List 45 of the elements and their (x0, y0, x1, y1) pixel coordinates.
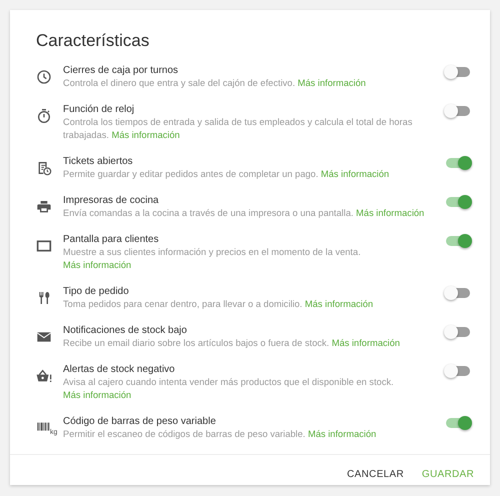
monitor-icon (36, 238, 52, 254)
clock-icon (36, 69, 52, 85)
save-button[interactable]: GUARDAR (416, 465, 480, 484)
feature-description: Avisa al cajero cuando intenta vender más productos que el disponible en stock. Más información (63, 376, 395, 402)
basket-alert-icon (36, 368, 52, 384)
more-info-link[interactable]: Más información (332, 338, 400, 348)
feature-description: Permite guardar y editar pedidos antes de completar un pago. Más información (63, 168, 390, 181)
more-info-link[interactable]: Más información (298, 78, 366, 88)
toggle-switch[interactable] (446, 106, 470, 116)
more-info-link[interactable]: Más información (304, 299, 374, 309)
more-info-link[interactable]: Más información (320, 169, 390, 179)
toggle-switch[interactable] (446, 67, 470, 77)
feature-name: Cierres de caja por turnos (63, 64, 180, 77)
toggle-switch[interactable] (446, 418, 470, 428)
feature-description: Controla los tiempos de entrada y salida de tus empleados y calcula el total de horas trabajadas. Más información (63, 116, 414, 142)
feature-name: Tickets abiertos (63, 155, 134, 168)
more-info-link[interactable]: Más información (63, 260, 132, 270)
more-info-link[interactable]: Más información (112, 130, 180, 140)
feature-description: Toma pedidos para cenar dentro, para llevar o a domicilio. Más información (63, 298, 374, 311)
feature-name: Notificaciones de stock bajo (63, 324, 188, 337)
more-info-link[interactable]: Más información (308, 429, 376, 439)
toggle-switch[interactable] (446, 197, 470, 207)
feature-name: Tipo de pedido (63, 285, 130, 298)
stopwatch-icon (36, 108, 52, 124)
dialog-title: Características (36, 30, 150, 52)
toggle-switch[interactable] (446, 236, 470, 246)
toggle-switch[interactable] (446, 288, 470, 298)
printer-icon (36, 199, 52, 215)
feature-description: Muestre a sus clientes información y precios en el momento de la venta. Más información (63, 246, 362, 272)
toggle-switch[interactable] (446, 327, 470, 337)
feature-name: Impresoras de cocina (63, 194, 160, 207)
feature-name: Función de reloj (63, 103, 136, 116)
more-info-link[interactable]: Más información (356, 208, 424, 218)
feature-description: Envía comandas a la cocina a través de una impresora o una pantalla. Más información (63, 207, 425, 220)
feature-name: Pantalla para clientes (63, 233, 160, 246)
more-info-link[interactable]: Más información (63, 390, 132, 400)
ticket-clock-icon (36, 160, 52, 176)
toggle-switch[interactable] (446, 158, 470, 168)
cancel-button[interactable]: CANCELAR (341, 465, 410, 484)
feature-description: Recibe un email diario sobre los artículos bajos o fuera de stock. Más información (63, 337, 401, 350)
feature-description: Permitir el escaneo de códigos de barras de peso variable. Más información (63, 428, 378, 441)
feature-name: Alertas de stock negativo (63, 363, 176, 376)
feature-description: Controla el dinero que entra y sale del cajón de efectivo. Más información (63, 77, 367, 90)
feature-name: Código de barras de peso variable (63, 415, 217, 428)
toggle-switch[interactable] (446, 366, 470, 376)
